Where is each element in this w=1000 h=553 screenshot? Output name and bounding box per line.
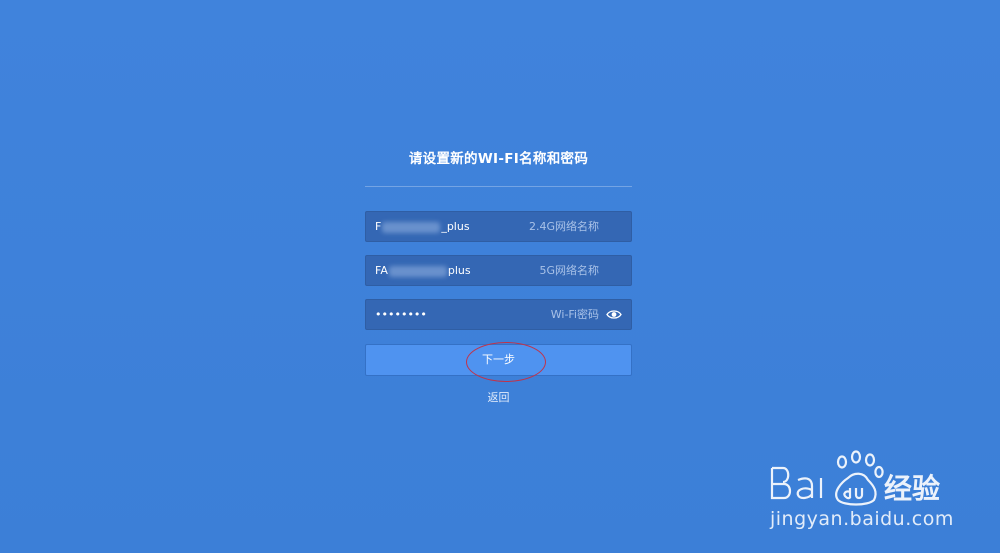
setup-page: 请设置新的WI-FI名称和密码 F _plus 2.4G网络名称 FA plus 5… [0, 0, 1000, 553]
ssid-24g-prefix: F [375, 220, 382, 233]
password-field[interactable]: •••••••• Wi-Fi密码 [365, 299, 632, 330]
page-title: 请设置新的WI-FI名称和密码 [408, 151, 589, 167]
ssid-5g-prefix: FA [375, 264, 388, 277]
ssid-24g-field[interactable]: F _plus 2.4G网络名称 [365, 211, 632, 242]
next-button-label: 下一步 [482, 353, 515, 366]
wifi-setup-form: 请设置新的WI-FI名称和密码 F _plus 2.4G网络名称 FA plus 5… [365, 140, 632, 405]
ssid-24g-suffix: _plus [441, 220, 470, 233]
password-hint: Wi-Fi密码 [550, 308, 599, 321]
ssid-24g-hint: 2.4G网络名称 [528, 220, 599, 233]
ssid-5g-field[interactable]: FA plus 5G网络名称 [365, 255, 632, 286]
ssid-24g-value: F _plus [375, 212, 470, 242]
ssid-5g-hint: 5G网络名称 [539, 264, 599, 277]
watermark-url: jingyan.baidu.com [770, 508, 954, 530]
next-button[interactable]: 下一步 [365, 342, 632, 382]
title-divider [365, 186, 632, 187]
redacted-blur [382, 221, 441, 233]
eye-icon[interactable] [606, 309, 622, 320]
ssid-5g-suffix: plus [447, 264, 471, 277]
ssid-5g-value: FA plus [375, 256, 471, 286]
redacted-blur [388, 265, 447, 277]
svg-text:经验: 经验 [884, 472, 940, 505]
baidu-jingyan-logo: 经验 [770, 450, 940, 506]
password-value: •••••••• [375, 308, 427, 321]
back-link[interactable]: 返回 [365, 389, 632, 405]
